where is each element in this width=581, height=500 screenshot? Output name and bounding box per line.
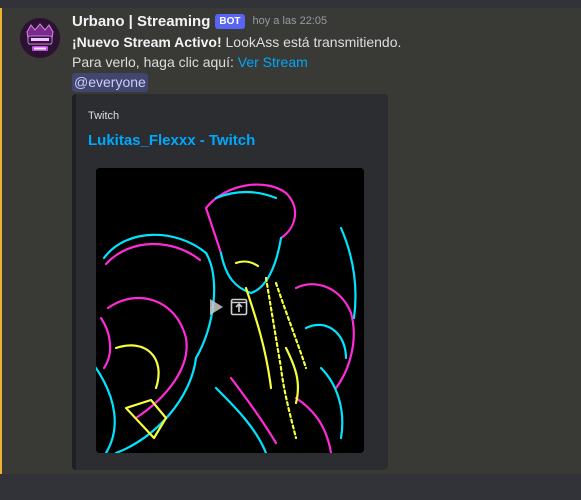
content-line-3: @everyone xyxy=(72,72,572,92)
content-line-1: ¡Nuevo Stream Activo! LookAss está trans… xyxy=(72,32,572,52)
announcement-bold: ¡Nuevo Stream Activo! xyxy=(72,34,222,50)
message-header: Urbano | Streaming BOT hoy a las 22:05 xyxy=(72,10,327,32)
embed-title-link[interactable]: Lukitas_Flexxx - Twitch xyxy=(88,132,255,149)
content-line-2: Para verlo, haga clic aquí: Ver Stream xyxy=(72,52,572,72)
bottom-bar xyxy=(0,474,581,500)
timestamp[interactable]: hoy a las 22:05 xyxy=(253,15,328,27)
instruction-text: Para verlo, haga clic aquí: xyxy=(72,54,238,70)
message-content: ¡Nuevo Stream Activo! LookAss está trans… xyxy=(72,32,572,92)
media-controls xyxy=(208,298,248,316)
embed: Twitch Lukitas_Flexxx - Twitch xyxy=(72,94,388,470)
message[interactable]: Urbano | Streaming BOT hoy a las 22:05 ¡… xyxy=(0,8,581,474)
top-separator xyxy=(0,0,581,8)
play-icon[interactable] xyxy=(208,298,224,316)
announcement-text: LookAss está transmitiendo. xyxy=(221,34,402,50)
avatar-logo xyxy=(20,18,60,58)
ver-stream-link[interactable]: Ver Stream xyxy=(238,54,308,70)
embed-provider: Twitch xyxy=(88,110,120,122)
embed-video-thumbnail[interactable] xyxy=(96,168,364,453)
bot-tag: BOT xyxy=(215,13,245,29)
open-external-icon[interactable] xyxy=(230,298,248,316)
avatar[interactable] xyxy=(20,18,60,58)
everyone-mention[interactable]: @everyone xyxy=(72,73,148,92)
author-name[interactable]: Urbano | Streaming xyxy=(72,13,210,30)
